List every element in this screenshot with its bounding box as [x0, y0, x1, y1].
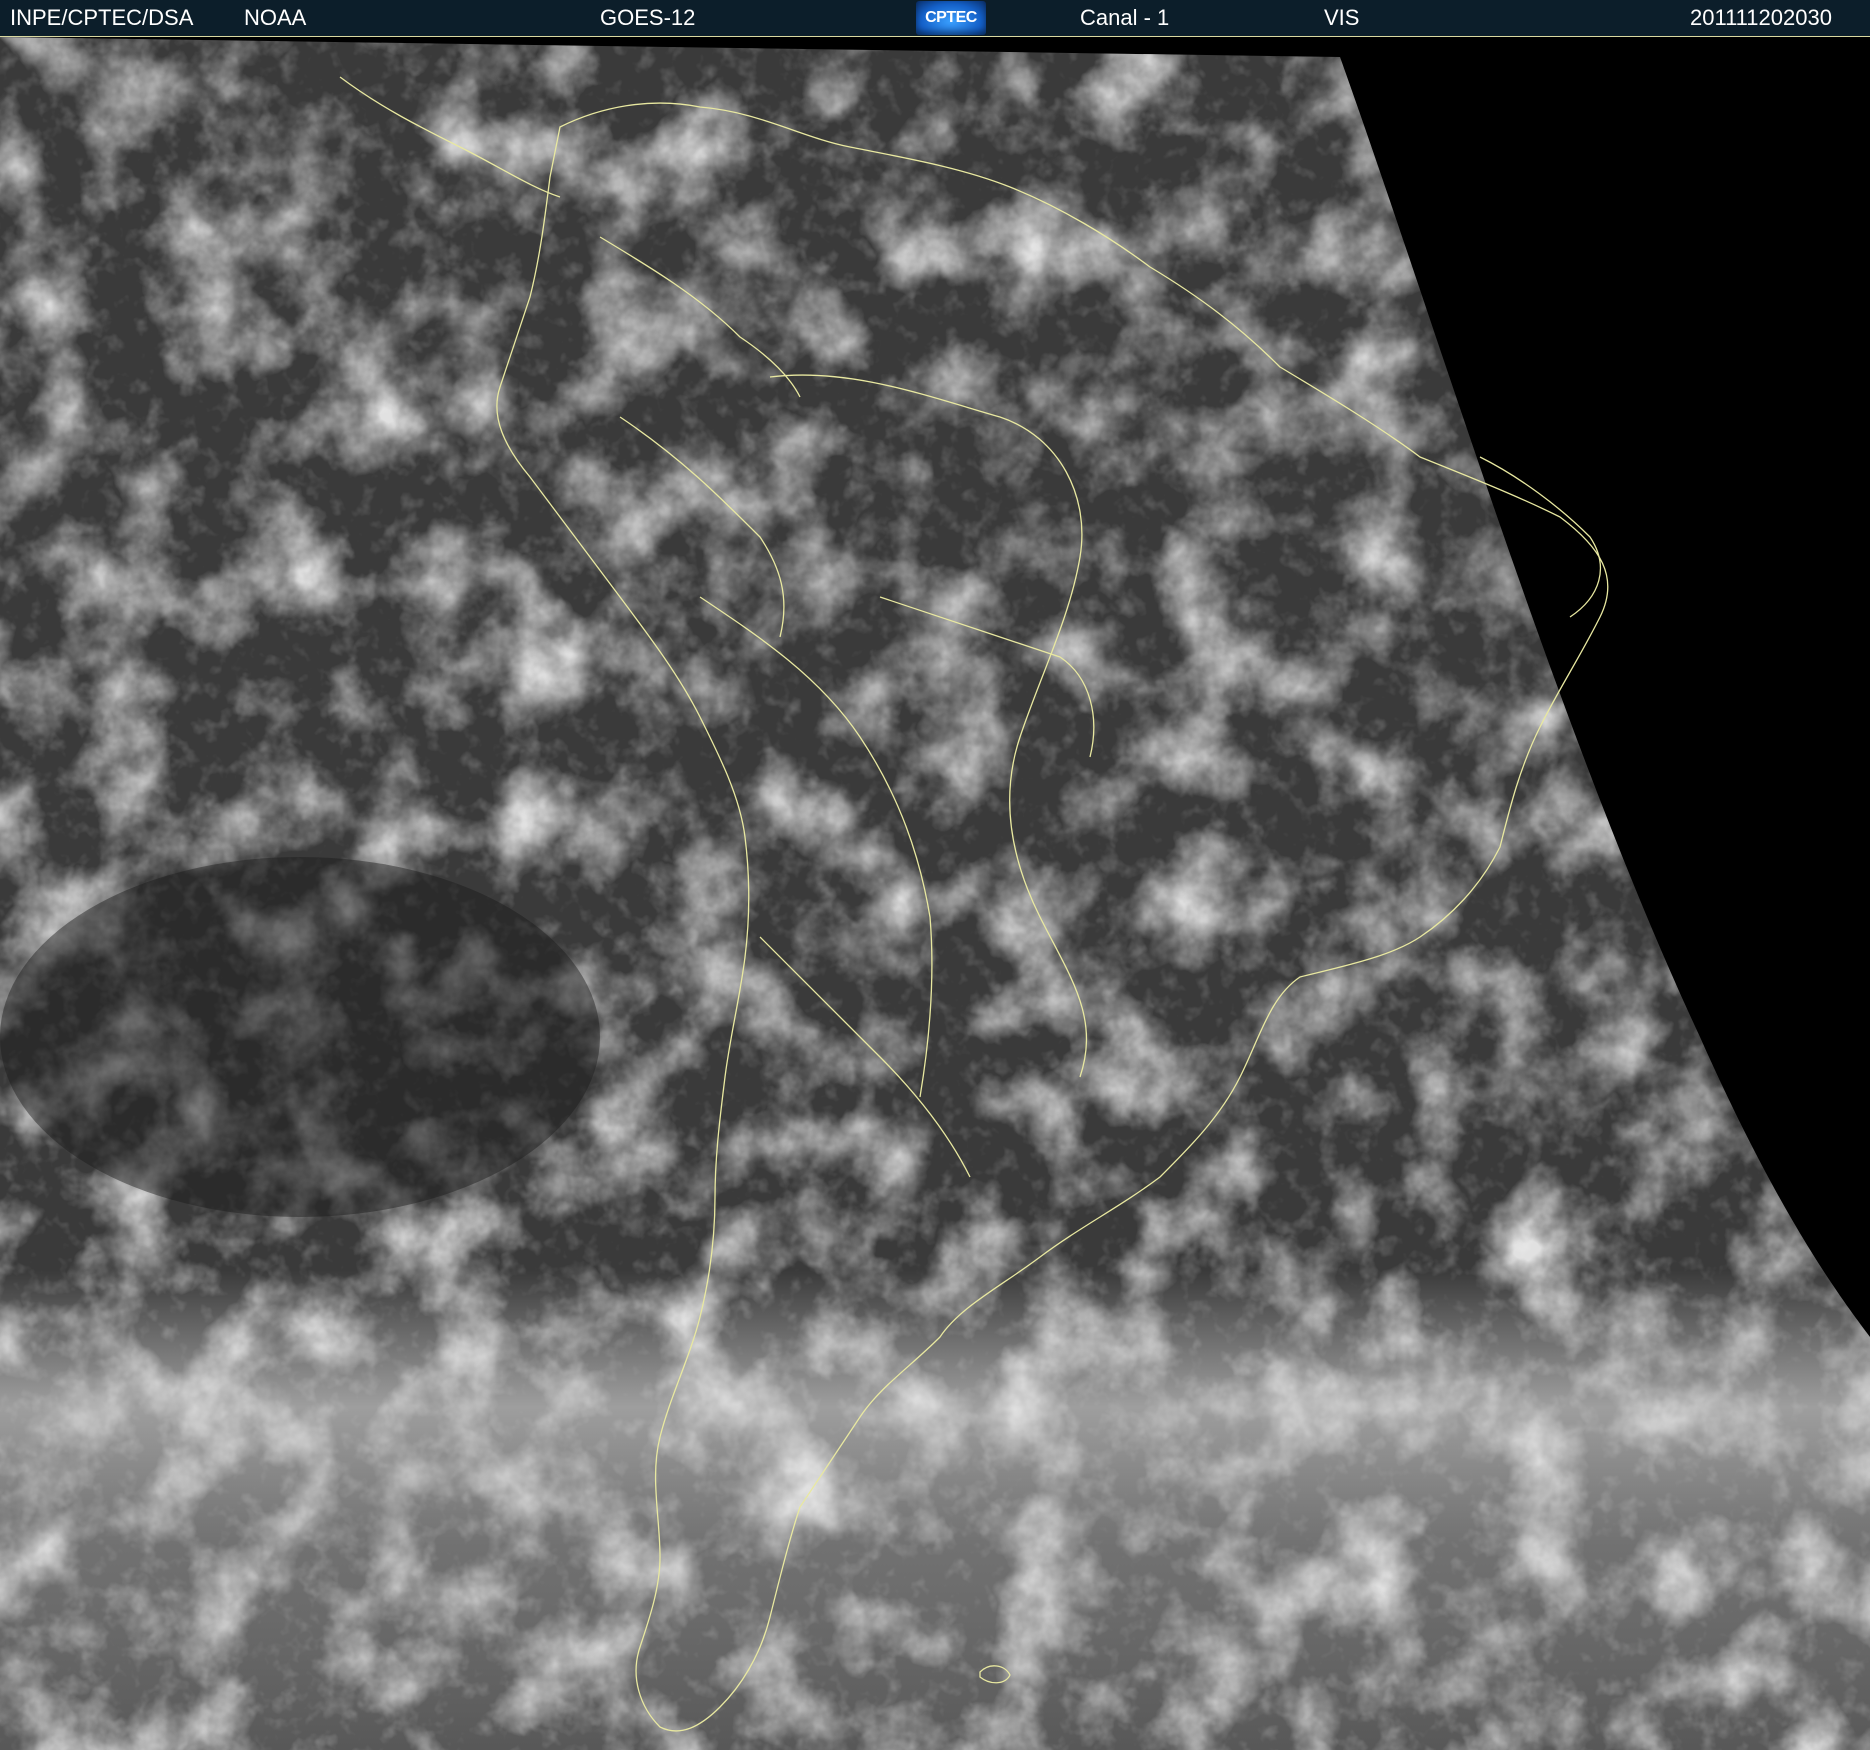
agency-label: INPE/CPTEC/DSA [10, 5, 194, 30]
channel-label: Canal - 1 [1080, 5, 1170, 30]
satellite-image-page: INPE/CPTEC/DSA NOAA GOES-12 CPTEC Canal … [0, 0, 1870, 1750]
band-label: VIS [1324, 5, 1360, 30]
satellite-view [0, 37, 1870, 1750]
timestamp-label: 201111202030 [1690, 5, 1832, 30]
satellite-label: GOES-12 [600, 5, 696, 30]
source-label: NOAA [244, 5, 307, 30]
cptec-logo: CPTEC [916, 1, 986, 35]
header-bar: INPE/CPTEC/DSA NOAA GOES-12 CPTEC Canal … [0, 0, 1870, 37]
